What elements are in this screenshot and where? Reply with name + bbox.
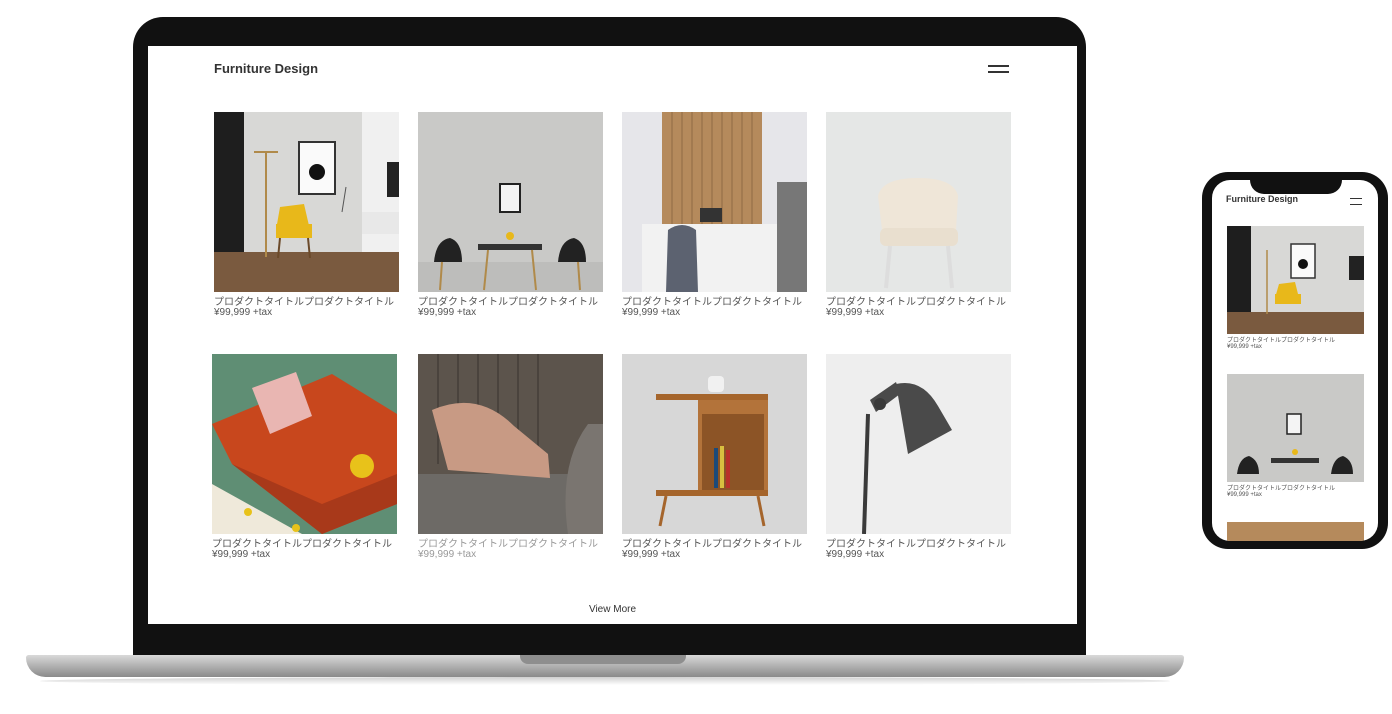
laptop-screen: Furniture Design プロダクトタイトルプロダクトタイトル ¥99,… bbox=[148, 46, 1077, 624]
product-price: ¥99,999 +tax bbox=[212, 549, 271, 560]
product-price: ¥99,999 +tax bbox=[622, 307, 681, 318]
product-image-orange-sofa[interactable] bbox=[212, 354, 397, 534]
laptop-shadow bbox=[40, 677, 1170, 685]
product-card[interactable]: プロダクトタイトルプロダクトタイトル ¥99,999 +tax bbox=[214, 112, 399, 318]
mobile-product-card[interactable]: プロダクトタイトルプロダクトタイトル ¥99,999 +tax bbox=[1227, 226, 1364, 350]
product-price: ¥99,999 +tax bbox=[622, 549, 681, 560]
product-card[interactable]: プロダクトタイトルプロダクトタイトル ¥99,999 +tax bbox=[826, 354, 1011, 560]
product-image-floor-lamp[interactable] bbox=[826, 354, 1011, 534]
product-card[interactable]: プロダクトタイトルプロダクトタイトル ¥99,999 +tax bbox=[212, 354, 397, 560]
product-image-white-chair[interactable] bbox=[826, 112, 1011, 292]
product-price: ¥99,999 +tax bbox=[214, 307, 273, 318]
phone-notch bbox=[1250, 172, 1342, 194]
phone-screen: Furniture Design プロダクトタイトルプロダクトタイトル ¥99,… bbox=[1212, 180, 1378, 541]
product-card[interactable]: プロダクトタイトルプロダクトタイトル ¥99,999 +tax bbox=[418, 112, 603, 318]
mobile-product-price: ¥99,999 +tax bbox=[1227, 344, 1262, 350]
mobile-hamburger-menu-icon[interactable] bbox=[1350, 198, 1362, 205]
hamburger-menu-icon[interactable] bbox=[988, 65, 1009, 73]
view-more-link[interactable]: View More bbox=[148, 604, 1077, 615]
product-card[interactable]: プロダクトタイトルプロダクトタイトル ¥99,999 +tax bbox=[622, 112, 807, 318]
mobile-product-image-dining[interactable] bbox=[1227, 374, 1364, 482]
product-image-living-room[interactable] bbox=[214, 112, 399, 292]
product-image-dining[interactable] bbox=[418, 112, 603, 292]
product-price: ¥99,999 +tax bbox=[418, 307, 477, 318]
product-image-side-table[interactable] bbox=[622, 354, 807, 534]
product-image-desk[interactable] bbox=[622, 112, 807, 292]
mobile-product-price: ¥99,999 +tax bbox=[1227, 492, 1262, 498]
product-price: ¥99,999 +tax bbox=[826, 307, 885, 318]
mobile-site-title[interactable]: Furniture Design bbox=[1226, 194, 1298, 204]
laptop-notch bbox=[520, 655, 686, 664]
product-price: ¥99,999 +tax bbox=[826, 549, 885, 560]
mobile-product-card[interactable]: プロダクトタイトルプロダクトタイトル ¥99,999 +tax bbox=[1227, 374, 1364, 498]
product-image-lounge-chair[interactable] bbox=[418, 354, 603, 534]
mobile-product-image-living-room[interactable] bbox=[1227, 226, 1364, 334]
product-card[interactable]: プロダクトタイトルプロダクトタイトル ¥99,999 +tax bbox=[418, 354, 603, 560]
mobile-product-card-partial[interactable] bbox=[1227, 522, 1364, 541]
product-card[interactable]: プロダクトタイトルプロダクトタイトル ¥99,999 +tax bbox=[826, 112, 1011, 318]
site-title[interactable]: Furniture Design bbox=[214, 61, 318, 76]
mobile-product-image-desk[interactable] bbox=[1227, 522, 1364, 541]
product-price: ¥99,999 +tax bbox=[418, 549, 477, 560]
product-card[interactable]: プロダクトタイトルプロダクトタイトル ¥99,999 +tax bbox=[622, 354, 807, 560]
